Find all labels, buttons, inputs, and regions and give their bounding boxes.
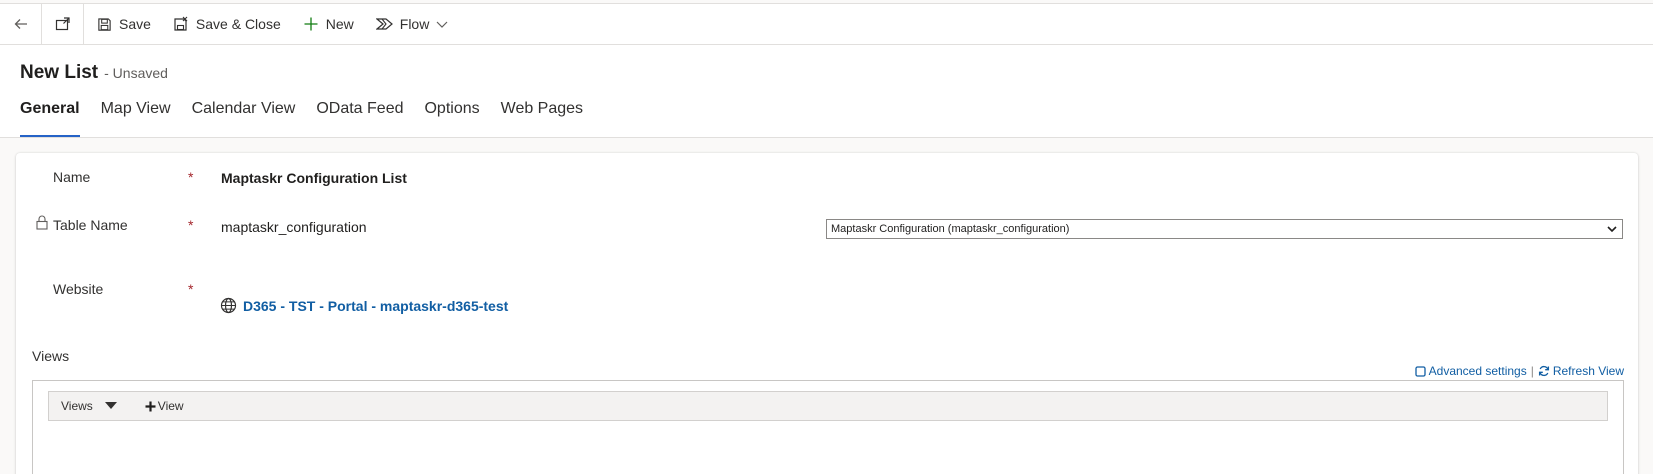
table-select-value: Maptaskr Configuration (maptaskr_configu… (831, 223, 1070, 235)
tab-map-view[interactable]: Map View (101, 100, 171, 137)
page-title: New List (20, 62, 99, 83)
command-bar: Save Save & Close New Flow (0, 3, 1653, 45)
flow-dropdown[interactable] (433, 4, 457, 45)
views-dropdown[interactable]: Views (61, 399, 117, 413)
table-select[interactable]: Maptaskr Configuration (maptaskr_configu… (826, 219, 1623, 239)
required-indicator: * (188, 217, 194, 233)
name-field[interactable]: Maptaskr Configuration List (221, 170, 407, 186)
table-name-field: maptaskr_configuration (221, 219, 367, 235)
flow-label: Flow (399, 16, 430, 32)
save-status: - Unsaved (104, 65, 168, 81)
views-actions: Advanced settings | Refresh View (1415, 364, 1624, 378)
separator: | (1530, 364, 1534, 378)
popout-icon (55, 17, 70, 31)
form-header: New List - Unsaved General Map View Cale… (0, 45, 1653, 138)
add-view-button[interactable]: View (145, 399, 184, 413)
plus-icon (145, 401, 156, 411)
popout-button[interactable] (42, 3, 84, 45)
website-link[interactable]: D365 - TST - Portal - maptaskr-d365-test (243, 298, 508, 314)
new-label: New (325, 16, 354, 32)
save-and-close-button[interactable]: Save & Close (162, 4, 292, 45)
website-label: Website (53, 281, 104, 297)
save-icon (97, 17, 112, 32)
back-button[interactable] (0, 3, 42, 45)
lock-icon (36, 215, 48, 235)
views-section-label: Views (32, 348, 70, 364)
save-close-label: Save & Close (195, 16, 281, 32)
save-button[interactable]: Save (86, 4, 162, 45)
tab-web-pages[interactable]: Web Pages (501, 100, 583, 137)
flow-button[interactable]: Flow (365, 4, 434, 45)
views-dropdown-label: Views (61, 399, 93, 413)
views-grid: Views View (32, 380, 1624, 474)
title-row: New List - Unsaved (20, 62, 168, 84)
flow-icon (375, 16, 393, 32)
new-button[interactable]: New (292, 4, 365, 45)
required-indicator: * (188, 169, 194, 185)
required-indicator: * (188, 281, 194, 297)
general-section: Name * Maptaskr Configuration List Table… (16, 153, 1638, 474)
back-arrow-icon (14, 19, 27, 29)
tab-calendar-view[interactable]: Calendar View (192, 100, 296, 137)
tab-odata-feed[interactable]: OData Feed (316, 100, 403, 137)
refresh-view-button[interactable]: Refresh View (1538, 364, 1624, 378)
caret-down-icon (104, 402, 117, 409)
chevron-down-icon (1607, 226, 1617, 233)
plus-icon (303, 16, 319, 32)
refresh-icon (1538, 365, 1549, 377)
name-label: Name (53, 169, 91, 185)
chevron-down-icon (436, 21, 448, 28)
table-name-label: Table Name (53, 217, 128, 233)
tab-general[interactable]: General (20, 100, 80, 137)
checkbox-icon (1415, 365, 1426, 377)
save-label: Save (119, 16, 151, 32)
globe-icon (220, 297, 237, 314)
website-lookup[interactable]: D365 - TST - Portal - maptaskr-d365-test (220, 297, 508, 314)
tab-options[interactable]: Options (424, 100, 479, 137)
advanced-settings-button[interactable]: Advanced settings (1415, 364, 1527, 378)
save-close-icon (173, 16, 189, 32)
views-toolbar: Views View (48, 391, 1608, 421)
advanced-settings-label: Advanced settings (1428, 364, 1527, 378)
refresh-view-label: Refresh View (1552, 364, 1624, 378)
tab-list: General Map View Calendar View OData Fee… (20, 100, 604, 137)
add-view-label: View (157, 399, 184, 413)
